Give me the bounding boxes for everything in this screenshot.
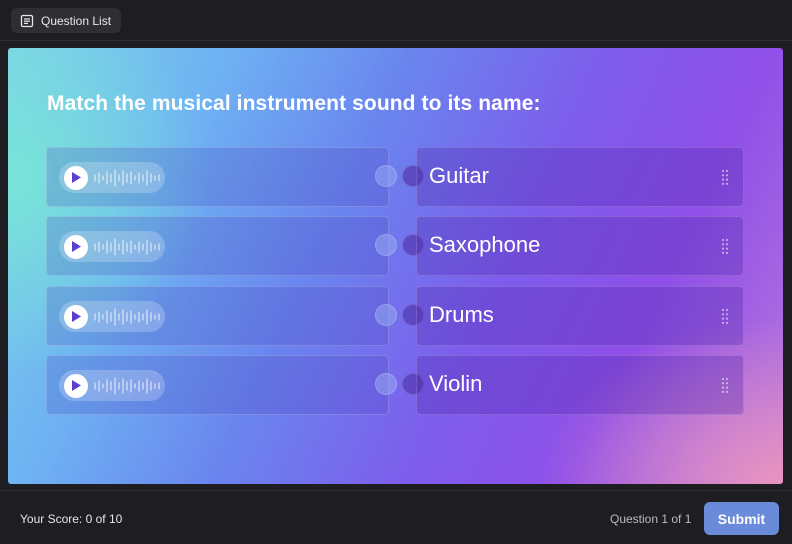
answer-card-drums[interactable]: Drums — [416, 286, 744, 346]
answer-card-guitar[interactable]: Guitar — [416, 147, 744, 207]
drag-handle-icon[interactable] — [721, 308, 729, 325]
question-list-button[interactable]: Question List — [11, 8, 122, 33]
play-button[interactable] — [64, 373, 88, 398]
waveform-icon — [94, 376, 160, 395]
waveform-icon — [94, 237, 160, 256]
play-icon — [72, 172, 81, 183]
drag-handle-icon[interactable] — [721, 238, 729, 255]
puzzle-connector — [375, 304, 397, 326]
audio-card — [46, 286, 389, 346]
waveform-icon — [94, 307, 160, 326]
answer-label: Drums — [429, 302, 494, 327]
question-stage: Match the musical instrument sound to it… — [8, 48, 783, 484]
list-document-icon — [20, 14, 34, 27]
answer-label: Guitar — [429, 163, 489, 188]
play-icon — [72, 311, 81, 322]
match-row: Violin — [46, 355, 744, 415]
drag-handle-icon[interactable] — [721, 377, 729, 394]
answer-card-saxophone[interactable]: Saxophone — [416, 216, 744, 276]
play-button[interactable] — [64, 234, 88, 259]
audio-player — [59, 370, 165, 401]
play-icon — [72, 241, 81, 252]
score-text: Your Score: 0 of 10 — [20, 512, 123, 526]
audio-card — [46, 355, 389, 415]
drag-handle-icon[interactable] — [721, 169, 729, 186]
audio-player — [59, 301, 165, 332]
top-bar: Question List — [0, 0, 792, 41]
puzzle-connector — [375, 373, 397, 395]
match-row: Guitar — [46, 147, 744, 207]
question-prompt: Match the musical instrument sound to it… — [47, 92, 541, 115]
question-list-label: Question List — [41, 13, 112, 28]
audio-card — [46, 147, 389, 207]
match-row: Saxophone — [46, 216, 744, 276]
play-button[interactable] — [64, 304, 88, 329]
audio-player — [59, 162, 165, 193]
puzzle-connector — [375, 165, 397, 187]
answer-card-violin[interactable]: Violin — [416, 355, 744, 415]
audio-player — [59, 231, 165, 262]
play-button[interactable] — [64, 165, 88, 190]
audio-card — [46, 216, 389, 276]
waveform-icon — [94, 168, 160, 187]
submit-button[interactable]: Submit — [704, 502, 779, 535]
answer-label: Saxophone — [429, 232, 541, 257]
bottom-bar: Your Score: 0 of 10 Question 1 of 1 Subm… — [0, 490, 792, 544]
play-icon — [72, 380, 81, 391]
match-row: Drums — [46, 286, 744, 346]
answer-label: Violin — [429, 371, 483, 396]
question-counter: Question 1 of 1 — [610, 512, 692, 526]
puzzle-connector — [375, 234, 397, 256]
